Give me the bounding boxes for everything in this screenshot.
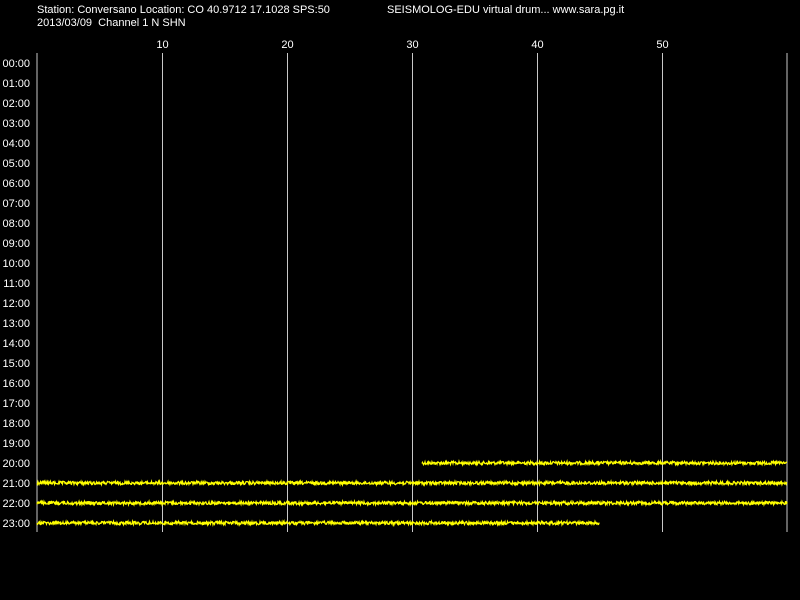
grid-layer — [36, 53, 788, 532]
y-tick-label: 22:00 — [2, 498, 30, 510]
x-tick-label: 50 — [656, 39, 668, 51]
y-tick-label: 12:00 — [2, 298, 30, 310]
y-tick-label: 18:00 — [2, 418, 30, 430]
x-tick-label: 20 — [281, 39, 293, 51]
y-tick-label: 10:00 — [2, 258, 30, 270]
y-tick-label: 17:00 — [2, 398, 30, 410]
y-tick-label: 15:00 — [2, 358, 30, 370]
seismogram-drum-chart: 10 20 30 40 50 00:00 01:00 02:00 03:00 04:00 05:00… — [2, 39, 788, 532]
x-tick-label: 30 — [406, 39, 418, 51]
y-tick-label: 02:00 — [2, 98, 30, 110]
trace-2000 — [421, 458, 787, 468]
y-tick-label: 11:00 — [3, 278, 30, 290]
y-tick-label: 01:00 — [2, 78, 30, 90]
y-tick-label: 20:00 — [2, 458, 30, 470]
y-tick-label: 05:00 — [2, 158, 30, 170]
x-tick-label: 40 — [531, 39, 543, 51]
y-tick-label: 03:00 — [2, 118, 30, 130]
tick-labels: 10 20 30 40 50 00:00 01:00 02:00 03:00 04:00 05:00… — [2, 39, 668, 530]
y-tick-label: 13:00 — [2, 318, 30, 330]
trace-2300 — [36, 518, 600, 528]
y-tick-label: 08:00 — [2, 218, 30, 230]
y-tick-label: 00:00 — [2, 58, 30, 70]
y-tick-label: 23:00 — [2, 518, 30, 530]
y-tick-label: 16:00 — [2, 378, 30, 390]
y-tick-label: 19:00 — [2, 438, 30, 450]
y-tick-label: 09:00 — [2, 238, 30, 250]
x-tick-label: 10 — [156, 39, 168, 51]
y-tick-label: 04:00 — [2, 138, 30, 150]
y-tick-label: 14:00 — [2, 338, 30, 350]
y-tick-label: 21:00 — [2, 478, 30, 490]
y-tick-label: 07:00 — [2, 198, 30, 210]
y-tick-label: 06:00 — [2, 178, 30, 190]
